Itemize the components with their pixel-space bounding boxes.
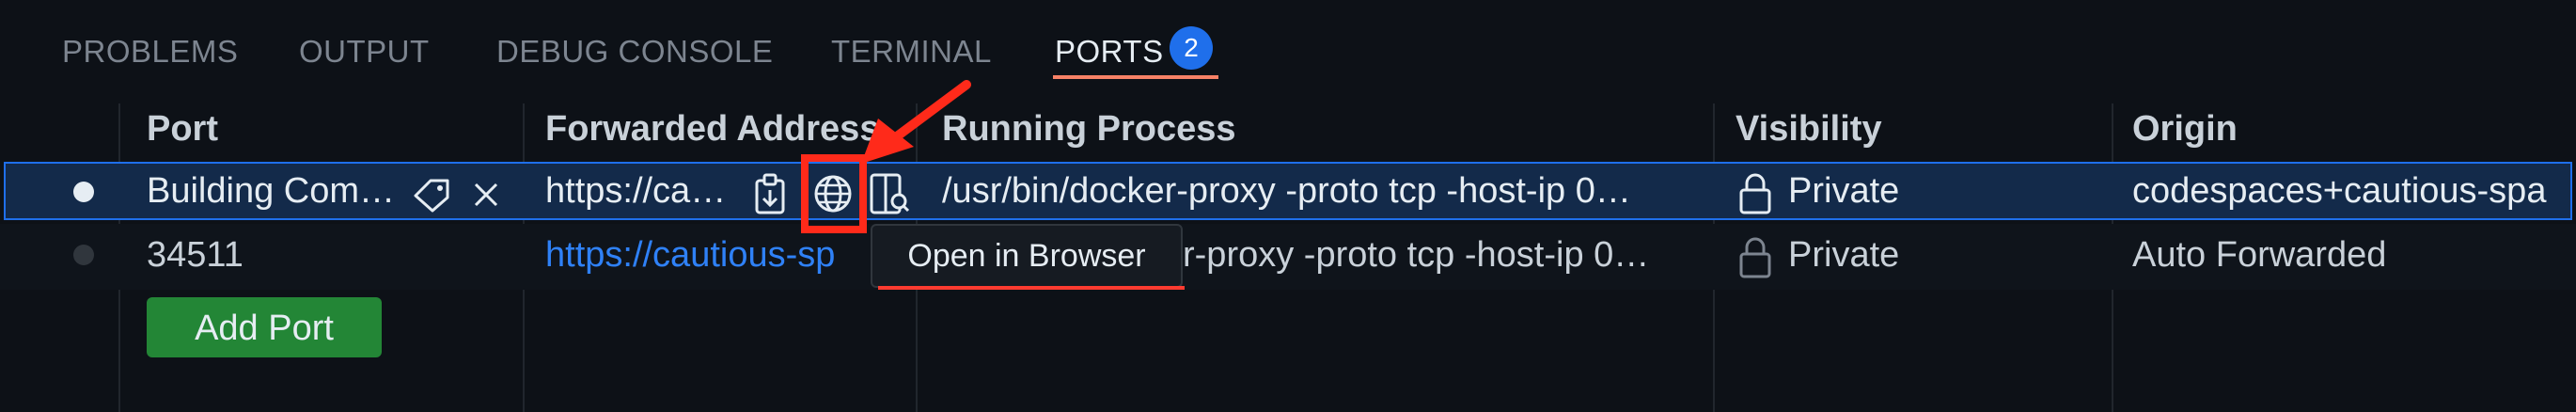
- panel-tab-bar: PROBLEMS OUTPUT DEBUG CONSOLE TERMINAL P…: [0, 0, 2576, 103]
- port-label[interactable]: 34511: [147, 235, 243, 276]
- tag-icon[interactable]: [410, 175, 453, 213]
- open-in-browser-tooltip: Open in Browser: [871, 224, 1183, 288]
- column-header-visibility[interactable]: Visibility: [1736, 109, 1882, 150]
- lock-icon: [1739, 173, 1771, 214]
- port-label[interactable]: Building Com…: [147, 171, 401, 212]
- tab-ports[interactable]: PORTS: [1055, 34, 1164, 70]
- add-port-button[interactable]: Add Port: [147, 297, 382, 357]
- tab-problems[interactable]: PROBLEMS: [62, 34, 238, 70]
- active-tab-indicator: [1053, 75, 1218, 79]
- column-header-port[interactable]: Port: [147, 109, 218, 150]
- lock-icon: [1739, 237, 1771, 278]
- port-status-dot: [73, 182, 94, 202]
- column-header-origin[interactable]: Origin: [2132, 109, 2238, 150]
- origin-value: Auto Forwarded: [2132, 235, 2387, 275]
- forwarded-address-link[interactable]: https://ca…: [545, 171, 743, 212]
- running-process: /usr/bin/docker-proxy -proto tcp -host-i…: [942, 171, 1631, 211]
- close-icon[interactable]: [470, 179, 502, 211]
- ports-count-badge: 2: [1170, 26, 1213, 70]
- tab-terminal[interactable]: TERMINAL: [831, 34, 992, 70]
- origin-value: codespaces+cautious-spa: [2132, 171, 2547, 211]
- tooltip-annotation-underline: [878, 286, 1185, 290]
- running-process: r-proxy -proto tcp -host-ip 0…: [1183, 235, 1650, 275]
- port-status-dot: [73, 245, 94, 265]
- forwarded-address-link[interactable]: https://cautious-sp: [545, 235, 865, 276]
- column-header-forwarded-address[interactable]: Forwarded Address: [545, 109, 884, 150]
- visibility-value[interactable]: Private: [1788, 235, 1899, 276]
- annotation-arrow-icon: [861, 80, 971, 164]
- tab-debug-console[interactable]: DEBUG CONSOLE: [496, 34, 773, 70]
- tab-output[interactable]: OUTPUT: [299, 34, 430, 70]
- copy-address-icon[interactable]: [752, 171, 790, 216]
- visibility-value[interactable]: Private: [1788, 171, 1899, 212]
